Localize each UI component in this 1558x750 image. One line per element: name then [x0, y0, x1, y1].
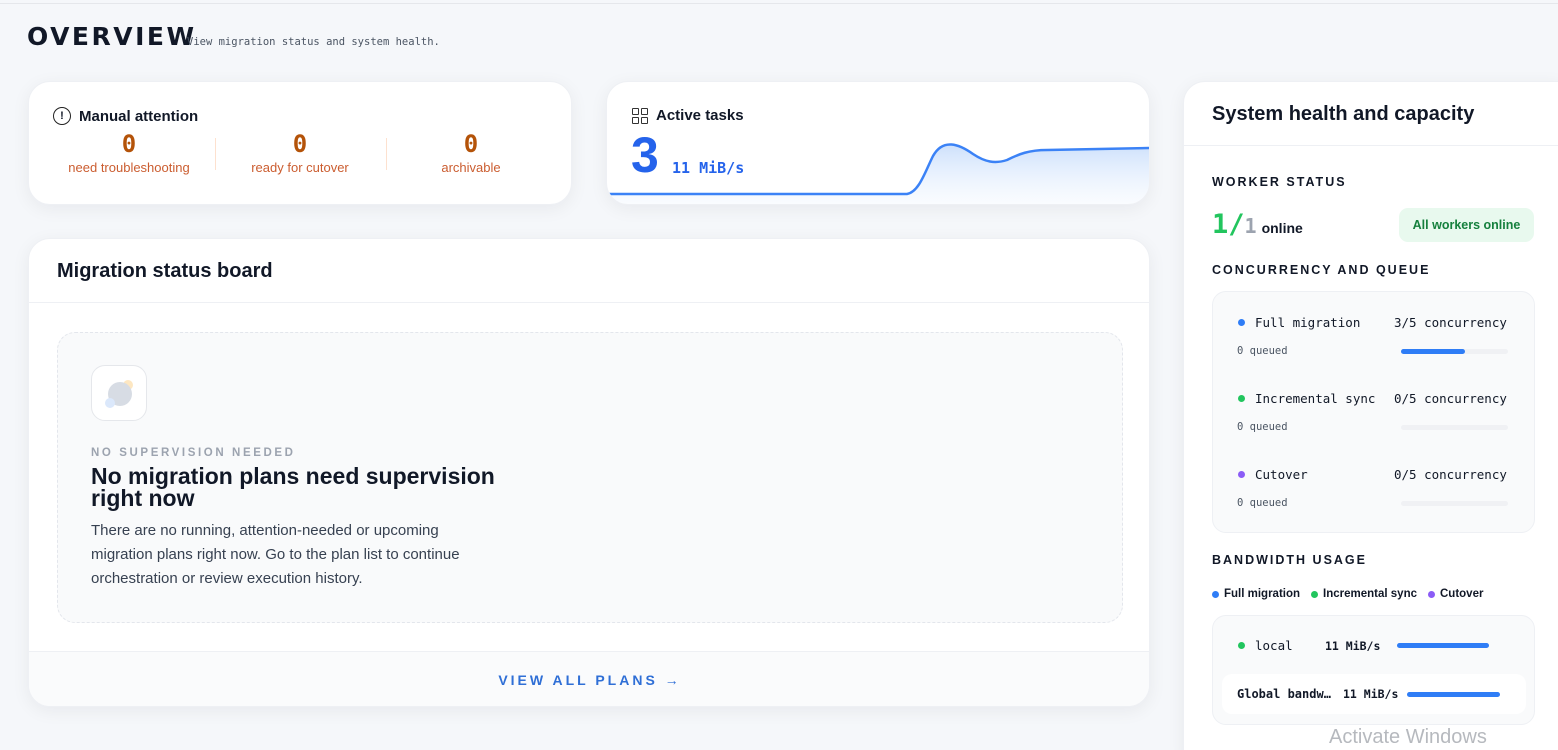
queue-name-label: Incremental sync [1255, 391, 1376, 406]
top-border [0, 0, 1558, 4]
online-label: online [1261, 220, 1303, 236]
legend-dot [1212, 590, 1219, 598]
queue-queued: 0 queued [1237, 345, 1288, 357]
page-subtitle: View migration status and system health. [187, 36, 440, 48]
queue-name: Incremental sync [1238, 391, 1375, 406]
bandwidth-row-local: local 11 MiB/s [1238, 638, 1489, 653]
concurrency-label: CONCURRENCY AND QUEUE [1212, 263, 1431, 277]
legend-item: Cutover [1428, 588, 1483, 600]
manual-attention-header: ! Manual attention [53, 107, 198, 125]
legend-item: Incremental sync [1311, 588, 1417, 600]
metric-archivable[interactable]: 0 archivable [386, 130, 556, 175]
migration-status-board: Migration status board NO SUPERVISION NE… [28, 238, 1150, 707]
status-dot [1238, 471, 1245, 478]
queue-concurrency: 0/5 concurrency [1394, 391, 1507, 406]
empty-kicker: NO SUPERVISION NEEDED [91, 447, 296, 459]
metric-value: 0 [121, 130, 137, 158]
queue-row-full-migration: Full migration 3/5 concurrency 0 queued [1213, 315, 1536, 375]
metric-cutover-ready[interactable]: 0 ready for cutover [215, 130, 385, 175]
activation-watermark: Activate Windows [1329, 726, 1487, 748]
workers-online-count: 1 [1212, 209, 1229, 240]
queue-progress [1401, 425, 1508, 430]
board-footer: VIEW ALL PLANS → [29, 651, 1149, 706]
queue-name: Cutover [1238, 467, 1308, 482]
worker-status-label: WORKER STATUS [1212, 175, 1347, 189]
workers-total-count: 1 [1244, 214, 1257, 238]
bandwidth-name: local [1255, 638, 1293, 653]
system-health-card: System health and capacity WORKER STATUS… [1183, 81, 1558, 750]
divider [1184, 145, 1558, 146]
status-dot [1238, 642, 1245, 649]
health-title: System health and capacity [1212, 103, 1475, 125]
queue-row-cutover: Cutover 0/5 concurrency 0 queued [1213, 467, 1536, 527]
active-tasks-card[interactable]: Active tasks 3 11 MiB/s [606, 81, 1150, 205]
queue-row-incremental-sync: Incremental sync 0/5 concurrency 0 queue… [1213, 391, 1536, 451]
active-tasks-title: Active tasks [656, 107, 744, 124]
queue-concurrency: 0/5 concurrency [1394, 467, 1507, 482]
page-title: OVERVIEW [27, 22, 197, 51]
empty-title: No migration plans need supervision righ… [91, 463, 495, 511]
bandwidth-box: local 11 MiB/s Global bandwidth 11 MiB/s [1212, 615, 1535, 725]
metric-value: 0 [292, 130, 308, 158]
divider [29, 302, 1149, 303]
queue-name: Full migration [1238, 315, 1360, 330]
metric-value: 0 [463, 130, 479, 158]
status-dot [1238, 395, 1245, 402]
metric-label: ready for cutover [251, 160, 349, 175]
queue-concurrency: 3/5 concurrency [1394, 315, 1507, 330]
legend-label: Cutover [1440, 588, 1484, 600]
workers-separator: / [1228, 209, 1245, 240]
worker-count: 1 / 1 online [1212, 209, 1303, 240]
legend-dot [1428, 590, 1435, 598]
active-tasks-header: Active tasks [632, 107, 744, 124]
manual-attention-card: ! Manual attention 0 need troubleshootin… [28, 81, 572, 205]
metric-label: archivable [441, 160, 501, 175]
info-circle-icon: ! [53, 107, 71, 125]
legend-label: Incremental sync [1323, 588, 1417, 600]
planet-icon [91, 365, 147, 421]
empty-state: NO SUPERVISION NEEDED No migration plans… [57, 332, 1123, 623]
bandwidth-row-global: Global bandwidth 11 MiB/s [1222, 674, 1526, 714]
workers-status-badge: All workers online [1399, 208, 1534, 242]
legend-label: Full migration [1224, 588, 1301, 600]
manual-attention-title: Manual attention [79, 107, 199, 125]
board-title: Migration status board [57, 260, 273, 282]
bandwidth-rate: 11 MiB/s [1325, 638, 1381, 653]
queue-progress-fill [1401, 349, 1466, 354]
metric-label: need troubleshooting [68, 160, 190, 175]
bandwidth-bar [1397, 643, 1489, 648]
status-dot [1238, 319, 1245, 326]
queue-queued: 0 queued [1237, 421, 1288, 433]
bandwidth-name: Global bandwidth [1237, 687, 1337, 701]
legend-item: Full migration [1212, 588, 1300, 600]
queue-progress [1401, 349, 1508, 354]
queue-progress [1401, 501, 1508, 506]
bandwidth-legend: Full migration Incremental sync Cutover [1212, 588, 1483, 600]
queue-name-label: Full migration [1255, 315, 1361, 330]
queue-queued: 0 queued [1237, 497, 1288, 509]
empty-description: There are no running, attention-needed o… [91, 522, 460, 587]
grid-icon [632, 107, 648, 124]
bandwidth-label: BANDWIDTH USAGE [1212, 553, 1367, 567]
active-tasks-rate: 11 MiB/s [672, 159, 745, 177]
legend-dot [1311, 590, 1319, 598]
queue-name-label: Cutover [1255, 467, 1308, 482]
bandwidth-bar [1407, 691, 1500, 697]
queue-list: Full migration 3/5 concurrency 0 queued … [1212, 291, 1535, 533]
metric-troubleshooting[interactable]: 0 need troubleshooting [44, 130, 214, 175]
view-all-plans-link[interactable]: VIEW ALL PLANS → [498, 672, 681, 688]
active-tasks-count: 3 [631, 127, 659, 183]
